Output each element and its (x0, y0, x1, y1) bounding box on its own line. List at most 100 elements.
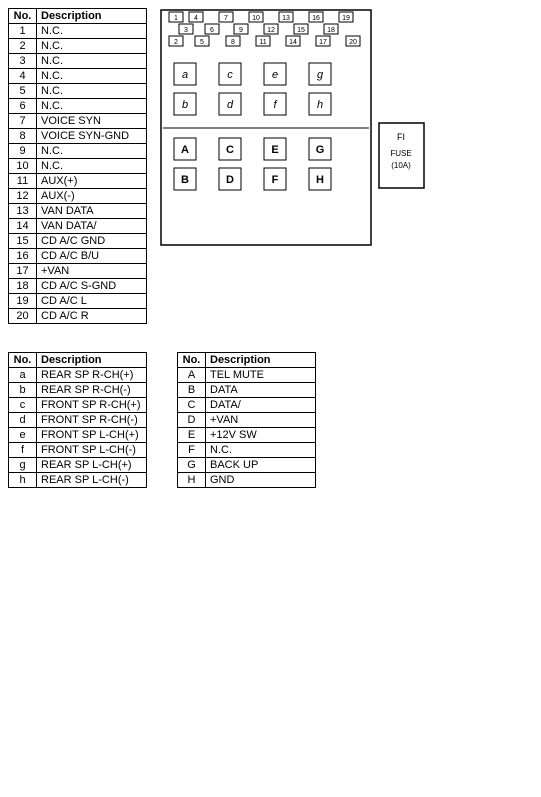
table-row: 5N.C. (9, 84, 147, 99)
table-row: GBACK UP (178, 458, 316, 473)
pin-description: N.C. (37, 144, 147, 159)
pin-description: CD A/C S-GND (37, 279, 147, 294)
svg-text:B: B (181, 174, 189, 186)
table-row: 18CD A/C S-GND (9, 279, 147, 294)
table-row: gREAR SP L-CH(+) (9, 458, 147, 473)
svg-text:13: 13 (282, 15, 290, 22)
pin-description: +12V SW (206, 428, 316, 443)
pin-number: 15 (9, 234, 37, 249)
table-row: 3N.C. (9, 54, 147, 69)
pin-number: e (9, 428, 37, 443)
svg-text:17: 17 (319, 39, 327, 46)
table-row: 19CD A/C L (9, 294, 147, 309)
table-row: 7VOICE SYN (9, 114, 147, 129)
pin-number: 1 (9, 24, 37, 39)
pin-description: REAR SP L-CH(+) (37, 458, 147, 473)
table-row: hREAR SP L-CH(-) (9, 473, 147, 488)
main-content-row: No. Description 1N.C.2N.C.3N.C.4N.C.5N.C… (8, 8, 533, 336)
svg-text:3: 3 (184, 27, 188, 34)
pin-description: REAR SP R-CH(-) (37, 383, 147, 398)
table-row: 1N.C. (9, 24, 147, 39)
pin-number: f (9, 443, 37, 458)
table-row: 11AUX(+) (9, 174, 147, 189)
svg-text:A: A (181, 144, 189, 156)
svg-text:16: 16 (312, 15, 320, 22)
pin-number: 7 (9, 114, 37, 129)
pin-number: c (9, 398, 37, 413)
pin-number: b (9, 383, 37, 398)
svg-text:11: 11 (259, 39, 266, 46)
table-row: 17+VAN (9, 264, 147, 279)
table-row: 16CD A/C B/U (9, 249, 147, 264)
svg-text:19: 19 (342, 15, 350, 22)
table-row: 20CD A/C R (9, 309, 147, 324)
pin-number: 11 (9, 174, 37, 189)
svg-text:8: 8 (231, 39, 235, 46)
svg-text:4: 4 (194, 15, 198, 22)
pin-description: CD A/C B/U (37, 249, 147, 264)
pin-description: FRONT SP L-CH(+) (37, 428, 147, 443)
pin-description: REAR SP L-CH(-) (37, 473, 147, 488)
pin-description: AUX(-) (37, 189, 147, 204)
table-row: D+VAN (178, 413, 316, 428)
pin-number: C (178, 398, 206, 413)
pin-number: B (178, 383, 206, 398)
pin-number: 10 (9, 159, 37, 174)
svg-text:9: 9 (239, 27, 243, 34)
table-row: ATEL MUTE (178, 368, 316, 383)
pin-description: REAR SP R-CH(+) (37, 368, 147, 383)
pin-description: N.C. (37, 69, 147, 84)
pin-table-3: No. Description ATEL MUTEBDATACDATA/D+VA… (177, 352, 316, 488)
svg-text:FUSE: FUSE (390, 149, 411, 158)
svg-text:e: e (272, 69, 278, 81)
svg-text:a: a (182, 69, 188, 81)
pin-number: 3 (9, 54, 37, 69)
table-row: 14VAN DATA/ (9, 219, 147, 234)
svg-text:d: d (227, 99, 234, 111)
pin-number: 8 (9, 129, 37, 144)
pin-description: FRONT SP L-CH(-) (37, 443, 147, 458)
pin-description: VOICE SYN-GND (37, 129, 147, 144)
pin-description: +VAN (37, 264, 147, 279)
pin-description: FRONT SP R-CH(-) (37, 413, 147, 428)
pin-number: 9 (9, 144, 37, 159)
table-row: 8VOICE SYN-GND (9, 129, 147, 144)
pin-table-1: No. Description 1N.C.2N.C.3N.C.4N.C.5N.C… (8, 8, 147, 324)
pin-number: d (9, 413, 37, 428)
pin-description: DATA (206, 383, 316, 398)
pin-number: 16 (9, 249, 37, 264)
table3-header-no: No. (178, 353, 206, 368)
pin-number: E (178, 428, 206, 443)
pin-description: VAN DATA (37, 204, 147, 219)
table-row: BDATA (178, 383, 316, 398)
pin-number: 2 (9, 39, 37, 54)
table2-section: No. Description aREAR SP R-CH(+)bREAR SP… (8, 352, 147, 488)
table1-header-desc: Description (37, 9, 147, 24)
table2-header-desc: Description (37, 353, 147, 368)
small-tables-row: No. Description aREAR SP R-CH(+)bREAR SP… (8, 352, 533, 500)
connector-svg: 1 4 7 10 13 16 19 3 6 9 12 15 18 (159, 8, 429, 248)
table-row: 12AUX(-) (9, 189, 147, 204)
table-row: 13VAN DATA (9, 204, 147, 219)
pin-number: 14 (9, 219, 37, 234)
table-row: E+12V SW (178, 428, 316, 443)
table-row: FN.C. (178, 443, 316, 458)
table-row: fFRONT SP L-CH(-) (9, 443, 147, 458)
pin-description: +VAN (206, 413, 316, 428)
pin-number: F (178, 443, 206, 458)
pin-number: 19 (9, 294, 37, 309)
table2-header-no: No. (9, 353, 37, 368)
pin-description: N.C. (206, 443, 316, 458)
pin-description: CD A/C L (37, 294, 147, 309)
svg-text:15: 15 (297, 27, 305, 34)
svg-text:2: 2 (174, 39, 178, 46)
pin-description: N.C. (37, 54, 147, 69)
pin-number: 12 (9, 189, 37, 204)
table-row: 2N.C. (9, 39, 147, 54)
table-row: 9N.C. (9, 144, 147, 159)
pin-description: CD A/C GND (37, 234, 147, 249)
pin-description: FRONT SP R-CH(+) (37, 398, 147, 413)
pin-number: 5 (9, 84, 37, 99)
pin-description: DATA/ (206, 398, 316, 413)
pin-description: VAN DATA/ (37, 219, 147, 234)
